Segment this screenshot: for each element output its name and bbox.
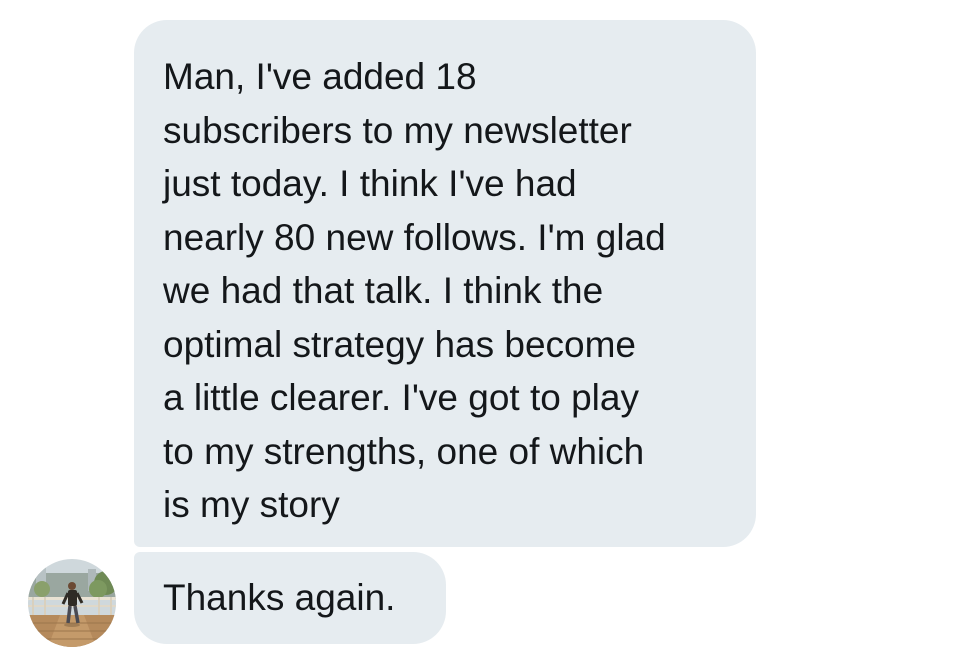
message-text-line: we had that talk. I think the xyxy=(163,270,604,311)
user-avatar-photo-icon xyxy=(28,559,116,647)
message-text-line: a little clearer. I've got to play xyxy=(163,377,639,418)
message-text-line: Thanks again. xyxy=(163,577,396,618)
message-text-line: subscribers to my newsletter xyxy=(163,109,632,151)
message-text-line: optimal strategy has become xyxy=(163,323,637,365)
message-text-line: Man, I've added 18 xyxy=(163,56,477,97)
message-text-line: just today. I think I've had xyxy=(163,163,577,204)
message-text-line: to my strengths, one of which xyxy=(163,430,645,472)
message-bubble[interactable]: Thanks again. xyxy=(134,552,446,644)
message-bubble[interactable]: Man, I've added 18 subscribers to my new… xyxy=(134,20,756,547)
message-text-line: nearly 80 new follows. I'm glad xyxy=(163,216,666,258)
message-text-line: is my story xyxy=(163,484,340,525)
sender-avatar[interactable] xyxy=(28,559,116,647)
